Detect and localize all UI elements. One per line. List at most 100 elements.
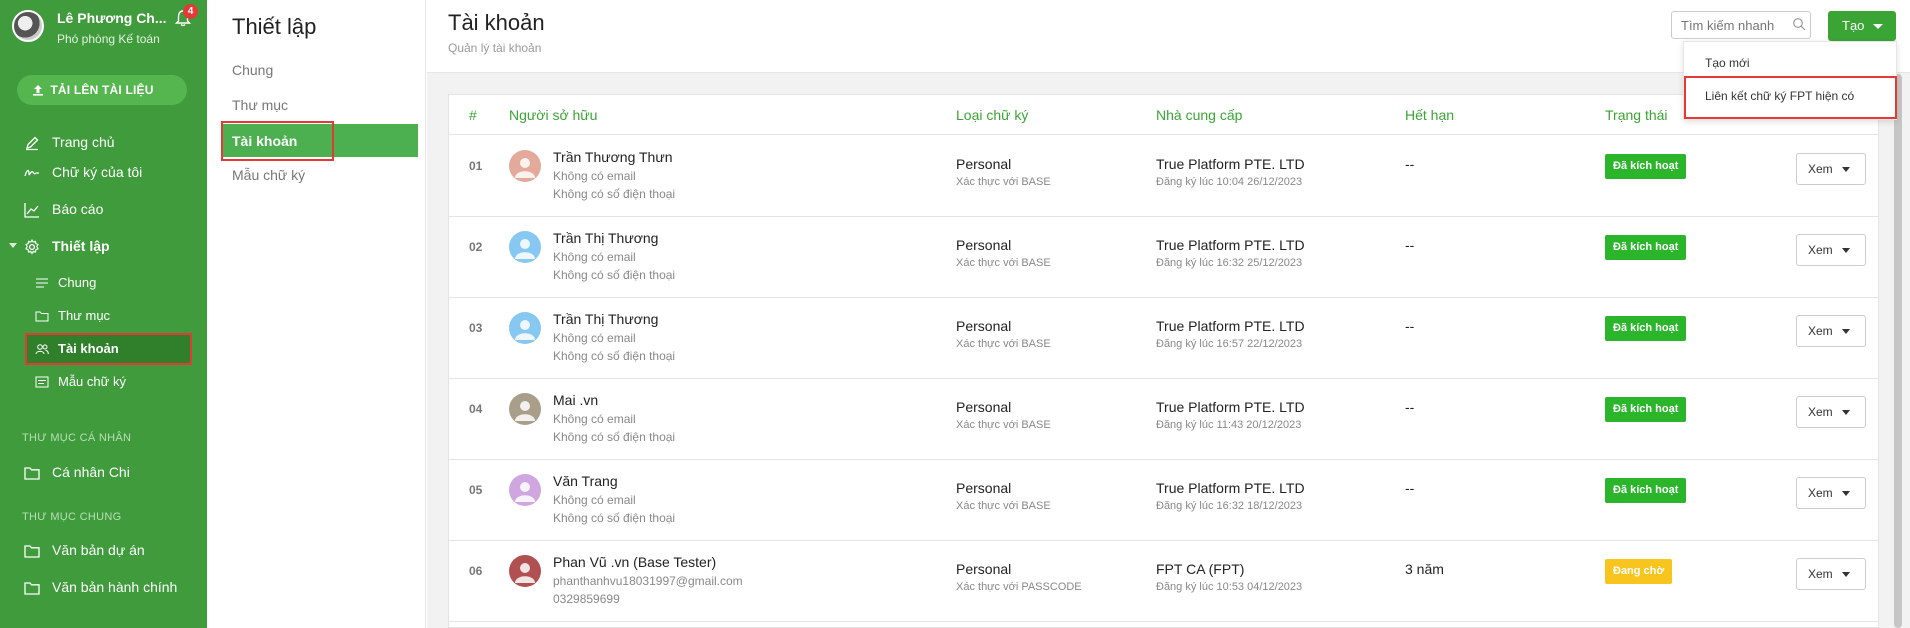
sidebar-item-my-signatures[interactable]: Chữ ký của tôi bbox=[0, 157, 207, 187]
folder-icon bbox=[35, 311, 49, 322]
owner-email: phanthanhvu18031997@gmail.com bbox=[553, 574, 743, 588]
menu-item-link-fpt-signature[interactable]: Liên kết chữ ký FPT hiện có bbox=[1705, 89, 1854, 103]
sidebar-item-reports[interactable]: Báo cáo bbox=[0, 194, 207, 224]
sidebar-subitem-label: Mẫu chữ ký bbox=[58, 374, 126, 389]
signature-auth: Xác thực với BASE bbox=[956, 257, 1051, 269]
avatar bbox=[509, 393, 541, 425]
table-header: # Người sở hữu Loại chữ ký Nhà cung cấp … bbox=[449, 95, 1878, 135]
signature-type: Personal bbox=[956, 318, 1012, 334]
view-button[interactable]: Xem bbox=[1796, 477, 1866, 509]
user-icon bbox=[515, 401, 535, 421]
provider: FPT CA (FPT) bbox=[1156, 561, 1245, 577]
lines-icon bbox=[36, 278, 48, 288]
view-button[interactable]: Xem bbox=[1796, 396, 1866, 428]
create-dropdown-menu: Tạo mới Liên kết chữ ký FPT hiện có bbox=[1683, 41, 1897, 120]
table-row[interactable]: 01 Trần Thương Thưn Không có email Không có… bbox=[449, 136, 1878, 217]
table-row[interactable]: 06 Phan Vũ .vn (Base Tester) phanthanhvu18… bbox=[449, 541, 1878, 622]
table-row[interactable]: 03 Trần Thị Thương Không có email Không có … bbox=[449, 298, 1878, 379]
folder-icon bbox=[24, 545, 40, 558]
view-label: Xem bbox=[1808, 405, 1833, 419]
view-button[interactable]: Xem bbox=[1796, 558, 1866, 590]
avatar bbox=[509, 312, 541, 344]
owner-phone: Không có số điện thoại bbox=[553, 268, 676, 282]
status-badge: Đang chờ bbox=[1605, 559, 1673, 584]
bell-icon[interactable]: 4 bbox=[174, 4, 198, 27]
registered-at: Đăng ký lúc 16:57 22/12/2023 bbox=[1156, 338, 1303, 350]
sidebar-subitem-label: Tài khoản bbox=[58, 341, 119, 356]
provider: True Platform PTE. LTD bbox=[1156, 480, 1305, 496]
provider: True Platform PTE. LTD bbox=[1156, 399, 1305, 415]
owner-name: Phan Vũ .vn (Base Tester) bbox=[553, 554, 717, 570]
create-label: Tạo bbox=[1842, 18, 1865, 33]
user-icon bbox=[515, 563, 535, 583]
sidebar-item-admin-docs[interactable]: Văn bản hành chính bbox=[0, 572, 207, 602]
row-number: 05 bbox=[469, 483, 483, 497]
settings-item-general[interactable]: Chung bbox=[232, 62, 273, 78]
user-icon bbox=[515, 320, 535, 340]
settings-item-folders[interactable]: Thư mục bbox=[232, 97, 288, 113]
edit-icon bbox=[26, 136, 39, 151]
status-badge: Đã kích hoạt bbox=[1605, 154, 1687, 179]
view-button[interactable]: Xem bbox=[1796, 153, 1866, 185]
view-label: Xem bbox=[1808, 486, 1833, 500]
sidebar-subitem-general[interactable]: Chung bbox=[0, 270, 207, 296]
table-row[interactable]: 02 Trần Thị Thương Không có email Không có … bbox=[449, 217, 1878, 298]
avatar bbox=[509, 474, 541, 506]
caret-down-icon bbox=[9, 243, 17, 248]
sidebar-subitem-folders[interactable]: Thư mục bbox=[0, 303, 207, 329]
sidebar-item-label: Trang chủ bbox=[52, 134, 115, 150]
settings-item-accounts[interactable]: Tài khoản bbox=[221, 121, 418, 161]
upload-icon bbox=[33, 85, 43, 96]
owner-phone: Không có số điện thoại bbox=[553, 349, 676, 363]
sidebar-subitem-signature-templates[interactable]: Mẫu chữ ký bbox=[0, 369, 207, 395]
folder-icon bbox=[24, 467, 40, 480]
menu-item-create-new[interactable]: Tạo mới bbox=[1705, 56, 1750, 70]
template-icon bbox=[35, 376, 49, 388]
sidebar-subitem-accounts[interactable]: Tài khoản bbox=[0, 333, 207, 365]
sidebar-item-personal-folder[interactable]: Cá nhân Chi bbox=[0, 457, 207, 487]
owner-name: Mai .vn bbox=[553, 392, 599, 408]
scrollbar[interactable] bbox=[1894, 74, 1902, 628]
user-name: Lê Phương Ch... bbox=[57, 10, 167, 26]
row-number: 03 bbox=[469, 321, 483, 335]
view-label: Xem bbox=[1808, 243, 1833, 257]
gear-icon bbox=[25, 239, 39, 255]
settings-panel: Thiết lập Chung Thư mục Tài khoản Mẫu ch… bbox=[207, 0, 426, 628]
row-number: 04 bbox=[469, 402, 483, 416]
avatar bbox=[509, 231, 541, 263]
sidebar-subitem-label: Chung bbox=[58, 275, 97, 290]
table-row[interactable]: 04 Mai .vn Không có email Không có số điện … bbox=[449, 379, 1878, 460]
caret-down-icon bbox=[1842, 572, 1850, 577]
view-button[interactable]: Xem bbox=[1796, 315, 1866, 347]
expires: -- bbox=[1405, 237, 1415, 253]
view-label: Xem bbox=[1808, 324, 1833, 338]
sidebar-item-label: Thiết lập bbox=[52, 238, 110, 254]
section-title-personal: THƯ MỤC CÁ NHÂN bbox=[22, 432, 132, 444]
page-subtitle: Quản lý tài khoản bbox=[448, 41, 542, 55]
caret-down-icon bbox=[1842, 167, 1850, 172]
search-icon[interactable] bbox=[1792, 17, 1806, 31]
signature-auth: Xác thực với PASSCODE bbox=[956, 581, 1082, 593]
caret-down-icon bbox=[1873, 24, 1883, 29]
sidebar-subitem-label: Thư mục bbox=[58, 308, 111, 323]
column-header: Nhà cung cấp bbox=[1156, 107, 1243, 123]
sidebar-item-project-docs[interactable]: Văn bản dự án bbox=[0, 535, 207, 565]
chart-icon bbox=[24, 203, 39, 218]
create-button[interactable]: Tạo bbox=[1828, 11, 1896, 41]
search-input[interactable] bbox=[1671, 11, 1811, 39]
expires: 3 năm bbox=[1405, 561, 1444, 577]
sidebar-item-home[interactable]: Trang chủ bbox=[0, 127, 207, 157]
settings-item-signature-templates[interactable]: Mẫu chữ ký bbox=[232, 167, 305, 183]
owner-name: Trần Thương Thưn bbox=[553, 149, 673, 165]
signature-auth: Xác thực với BASE bbox=[956, 176, 1051, 188]
expires: -- bbox=[1405, 399, 1415, 415]
column-header: Trạng thái bbox=[1605, 107, 1668, 123]
signature-type: Personal bbox=[956, 237, 1012, 253]
view-button[interactable]: Xem bbox=[1796, 234, 1866, 266]
upload-document-button[interactable]: TẢI LÊN TÀI LIỆU bbox=[17, 75, 187, 105]
owner-email: Không có email bbox=[553, 331, 636, 345]
avatar[interactable] bbox=[12, 10, 44, 42]
table-row[interactable]: 05 Văn Trang Không có email Không có số điệ… bbox=[449, 460, 1878, 541]
sidebar-item-settings[interactable]: Thiết lập bbox=[0, 231, 207, 261]
view-label: Xem bbox=[1808, 567, 1833, 581]
